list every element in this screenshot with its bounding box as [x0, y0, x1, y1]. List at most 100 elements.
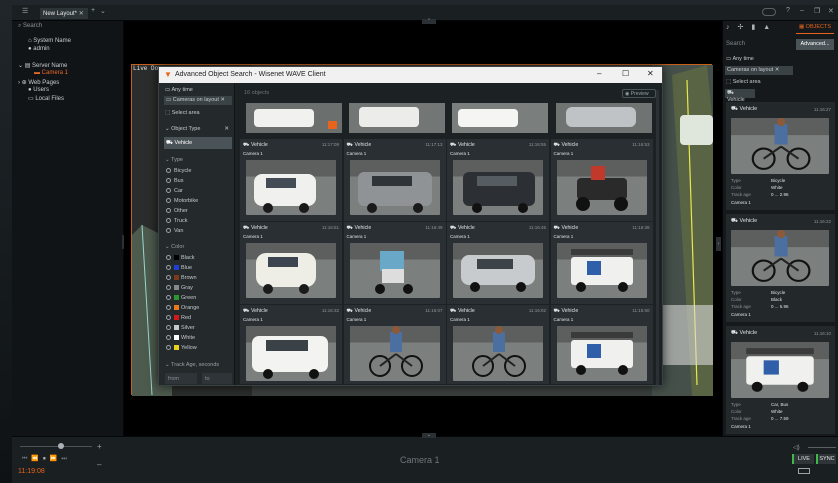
color-option[interactable]: Gray — [166, 285, 193, 291]
result-card[interactable]: ⛟ Vehicle 11:16:45 Camera 1 — [447, 222, 549, 304]
track-age-from-input[interactable]: from — [165, 373, 197, 384]
add-tab-icon[interactable]: + — [91, 7, 95, 14]
result-partial-1[interactable] — [246, 103, 342, 133]
object-type-header[interactable]: ⌄ Object Type ✕ — [165, 126, 231, 132]
type-option[interactable]: Van — [166, 228, 183, 234]
zoom-out-icon[interactable]: – — [97, 460, 101, 469]
tree-item-server[interactable]: ⌄ ▤ Server Name — [18, 62, 67, 69]
volume-slider[interactable] — [20, 446, 92, 447]
preview-button[interactable]: ◉ Preview — [622, 89, 656, 98]
result-card[interactable]: ⛟ Vehicle 11:17:09 Camera 1 — [240, 139, 342, 221]
main-menu-icon[interactable]: ☰ — [22, 7, 28, 15]
toggle-icon[interactable] — [762, 8, 776, 16]
right-result-card[interactable]: ⛟ Vehicle 11:16:22 Type Bicycle Color Black Tr… — [726, 214, 835, 322]
result-label: Vehicle — [457, 225, 475, 231]
type-option[interactable]: Other — [166, 208, 188, 214]
tab-new-layout[interactable]: New Layout* ✕ — [40, 8, 88, 19]
tab-objects[interactable]: ▦ OBJECTS — [796, 22, 834, 32]
tree-item-local-files[interactable]: ▭ Local Files — [28, 95, 64, 102]
sync-button[interactable]: SYNC — [816, 454, 836, 464]
result-card[interactable]: ⛟ Vehicle 11:15:50 Camera 1 — [550, 305, 653, 384]
right-search-input[interactable]: Search — [726, 41, 745, 47]
result-card[interactable]: ⛟ Vehicle 11:16:51 Camera 1 — [240, 222, 342, 304]
result-card[interactable]: ⛟ Vehicle 11:17:13 Camera 1 — [343, 139, 446, 221]
result-partial-4[interactable] — [556, 103, 652, 133]
dialog-minimize-icon[interactable]: – — [597, 69, 601, 78]
filter-select-area[interactable]: ⬚ Select area — [165, 110, 200, 116]
tree-item-web-pages[interactable]: › ⊕ Web Pages — [18, 79, 59, 86]
speed-slider[interactable] — [808, 447, 836, 448]
filter-any-time[interactable]: ▭ Any time — [165, 87, 193, 93]
warning-icon[interactable]: ▲ — [763, 24, 778, 31]
results-scrollbar[interactable] — [656, 90, 659, 385]
right-result-card[interactable]: ⛟ Vehicle 11:16:10 Type Car, Bus Color White T… — [726, 326, 835, 434]
type-option[interactable]: Truck — [166, 218, 188, 224]
result-card[interactable]: ⛟ Vehicle 11:16:39 Camera 1 — [550, 222, 653, 304]
right-vehicle-chip[interactable]: ⛟ Vehicle — [725, 89, 755, 103]
volume-slider-handle[interactable] — [58, 443, 64, 449]
bookmark-icon[interactable]: ▮ — [751, 24, 763, 31]
right-cameras-chip[interactable]: Cameras on layout ✕ — [725, 66, 793, 75]
restore-icon[interactable]: ❐ — [814, 7, 820, 15]
collapse-bottom-icon[interactable]: ⌄ — [422, 433, 436, 438]
color-option[interactable]: Red — [166, 315, 191, 321]
result-card[interactable]: ⛟ Vehicle 11:16:32 Camera 1 — [240, 305, 342, 384]
color-option[interactable]: Black — [166, 255, 194, 261]
bell-icon[interactable]: ♪ — [726, 24, 738, 31]
advanced-button[interactable]: Advanced... — [796, 39, 834, 50]
track-age-to-input[interactable]: to — [202, 373, 232, 384]
result-card[interactable]: ⛟ Vehicle 11:16:02 Camera 1 — [447, 305, 549, 384]
result-card[interactable]: ⛟ Vehicle 11:16:53 Camera 1 — [550, 139, 653, 221]
color-option[interactable]: Blue — [166, 265, 192, 271]
result-partial-2[interactable] — [349, 103, 445, 133]
calendar-button-icon[interactable] — [798, 468, 810, 474]
tree-item-users[interactable]: ● Users — [28, 87, 49, 93]
color-option[interactable]: Brown — [166, 275, 197, 281]
result-label: Vehicle — [561, 142, 579, 148]
color-option[interactable]: Orange — [166, 305, 199, 311]
tree-item-camera[interactable]: ▬ Camera 1 — [34, 70, 68, 76]
filter-cameras-chip[interactable]: ▭ Cameras on layout ✕ — [164, 96, 232, 105]
zoom-in-icon[interactable]: + — [97, 442, 102, 451]
dialog-title: Advanced Object Search - Wisenet WAVE Cl… — [175, 71, 326, 78]
tree-item-user[interactable]: ● admin — [28, 46, 50, 52]
result-card[interactable]: ⛟ Vehicle 11:16:49 Camera 1 — [343, 222, 446, 304]
collapse-top-icon[interactable]: ⌃ — [422, 19, 436, 24]
rewind-icon[interactable]: ⏪ — [31, 456, 42, 462]
forward-icon[interactable]: ⏩ — [50, 456, 61, 462]
speaker-icon[interactable]: ◁) — [793, 444, 800, 451]
live-button[interactable]: LIVE — [792, 454, 814, 464]
dialog-maximize-icon[interactable]: ☐ — [622, 69, 629, 78]
color-option[interactable]: Green — [166, 295, 196, 301]
skip-back-icon[interactable]: ⏮ — [22, 456, 31, 462]
clear-object-type-icon[interactable]: ✕ — [224, 126, 229, 132]
collapse-right-icon[interactable]: › — [716, 237, 721, 251]
right-select-area[interactable]: ⬚ Select area — [726, 79, 761, 85]
color-option[interactable]: White — [166, 335, 195, 341]
result-camera: Camera 1 — [346, 317, 367, 322]
type-option[interactable]: Car — [166, 188, 183, 194]
result-partial-3[interactable] — [452, 103, 548, 133]
result-thumbnail — [349, 243, 440, 298]
type-option[interactable]: Bus — [166, 178, 183, 184]
tab-list-chevron-icon[interactable]: ⌄ — [100, 7, 106, 15]
result-card[interactable]: ⛟ Vehicle 11:16:55 Camera 1 — [447, 139, 549, 221]
result-card[interactable]: ⛟ Vehicle 11:16:07 Camera 1 — [343, 305, 446, 384]
minimize-icon[interactable]: – — [800, 7, 804, 14]
dialog-close-icon[interactable]: ✕ — [647, 69, 654, 78]
tree-item-system[interactable]: ⌂ System Name — [28, 38, 71, 44]
skip-forward-icon[interactable]: ⏭ — [61, 456, 70, 462]
pause-icon[interactable]: ⏸ — [43, 456, 50, 462]
right-any-time[interactable]: ▭ Any time — [726, 56, 754, 62]
type-option[interactable]: Motorbike — [166, 198, 198, 204]
help-icon[interactable]: ? — [786, 7, 790, 14]
close-app-icon[interactable]: ✕ — [828, 7, 834, 15]
type-option[interactable]: Bicycle — [166, 168, 191, 174]
right-card-thumbnail — [731, 118, 829, 174]
color-option[interactable]: Silver — [166, 325, 195, 331]
motion-icon[interactable]: ✢ — [738, 24, 752, 31]
object-type-vehicle[interactable]: ⛟ Vehicle — [164, 137, 232, 149]
right-result-card[interactable]: ⛟ Vehicle 11:16:27 Type Bicycle Color White Tr… — [726, 102, 835, 210]
color-option[interactable]: Yellow — [166, 345, 197, 351]
tree-search[interactable]: ⌕ Search — [18, 23, 42, 30]
